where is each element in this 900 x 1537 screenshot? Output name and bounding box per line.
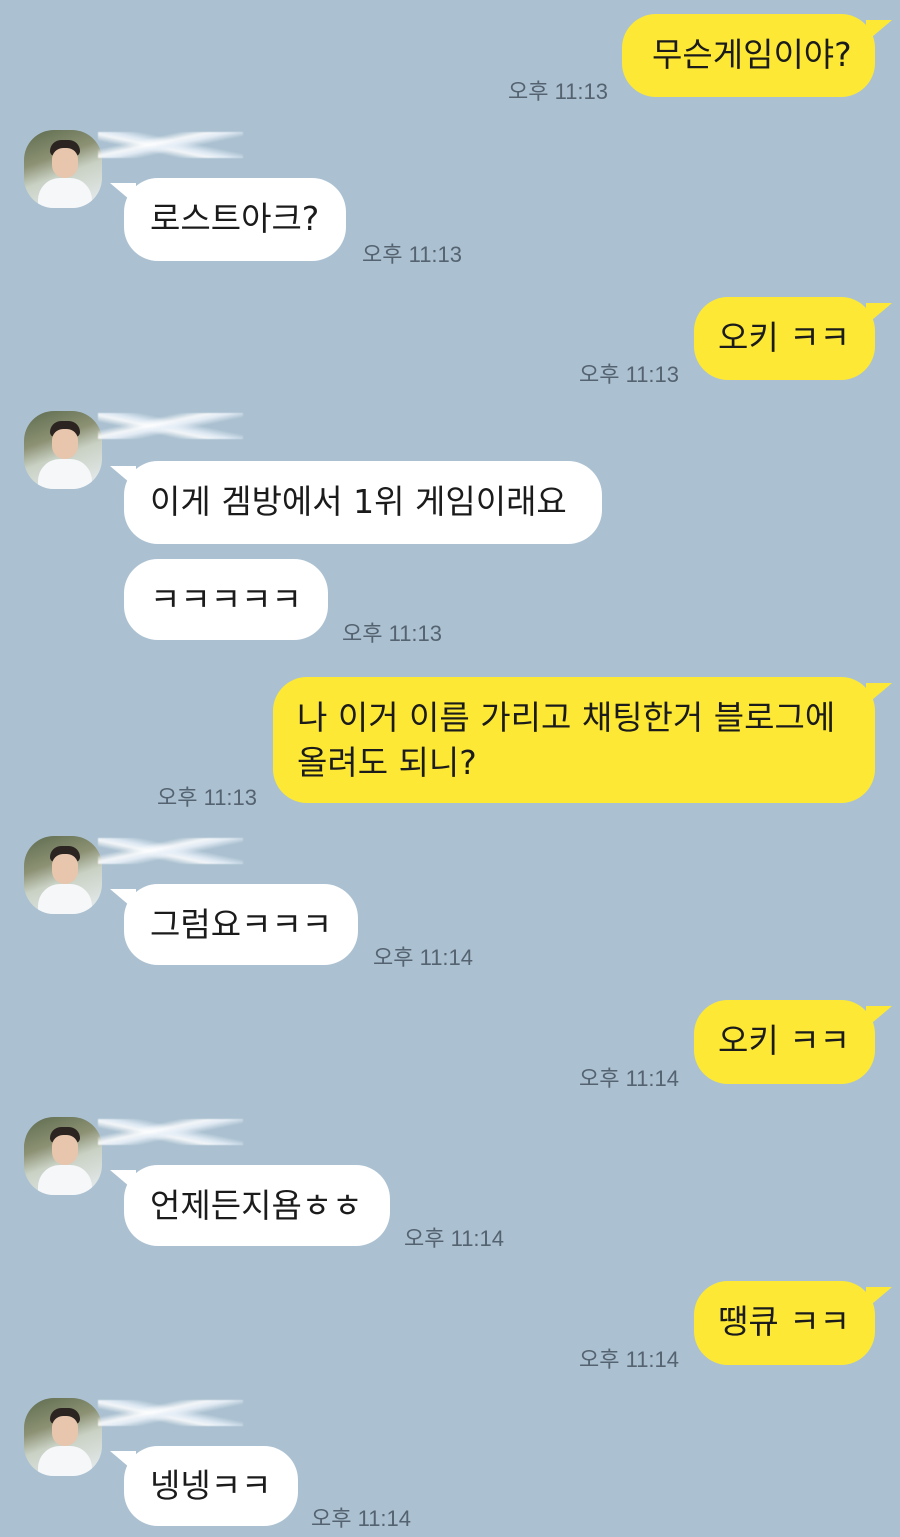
bubble-tail: [866, 683, 892, 705]
profile-avatar[interactable]: [24, 836, 102, 914]
profile-avatar[interactable]: [24, 130, 102, 208]
bubble-tail: [110, 1170, 136, 1192]
profile-avatar[interactable]: [24, 1117, 102, 1195]
avatar-shirt: [38, 884, 92, 914]
my-message-bubble[interactable]: 땡큐 ㅋㅋ: [694, 1281, 875, 1365]
timestamp: 오후 11:13: [342, 621, 443, 646]
their-message-bubble[interactable]: ㅋㅋㅋㅋㅋ: [124, 559, 328, 640]
bubble-tail: [110, 1451, 136, 1473]
avatar-face: [52, 148, 78, 178]
my-message-bubble[interactable]: 무슨게임이야?: [622, 14, 875, 97]
timestamp: 오후 11:14: [579, 1066, 680, 1091]
avatar-shirt: [38, 1446, 92, 1476]
timestamp: 오후 11:13: [579, 362, 680, 387]
their-message-bubble[interactable]: 언제든지욤ㅎㅎ: [124, 1165, 390, 1246]
timestamp: 오후 11:13: [508, 79, 609, 104]
sender-name-obscured: [98, 838, 243, 864]
bubble-tail: [866, 20, 892, 42]
bubble-tail: [110, 889, 136, 911]
avatar-shirt: [38, 178, 92, 208]
bubble-tail: [110, 183, 136, 205]
timestamp: 오후 11:14: [579, 1347, 680, 1372]
sender-name-obscured: [98, 1119, 243, 1145]
avatar-shirt: [38, 1165, 92, 1195]
my-message-bubble[interactable]: 오키 ㅋㅋ: [694, 1000, 875, 1084]
timestamp: 오후 11:14: [311, 1506, 412, 1531]
avatar-face: [52, 1135, 78, 1165]
bubble-tail: [866, 303, 892, 325]
message-line: 나 이거 이름 가리고 채팅한거 블로그에: [297, 698, 836, 737]
profile-avatar[interactable]: [24, 411, 102, 489]
sender-name-obscured: [98, 1400, 243, 1426]
timestamp: 오후 11:13: [157, 785, 258, 810]
their-message-bubble[interactable]: 넹넹ㅋㅋ: [124, 1446, 298, 1526]
timestamp: 오후 11:14: [404, 1226, 505, 1251]
profile-avatar[interactable]: [24, 1398, 102, 1476]
avatar-face: [52, 429, 78, 459]
avatar-shirt: [38, 459, 92, 489]
bubble-tail: [866, 1006, 892, 1028]
my-message-bubble[interactable]: 오키 ㅋㅋ: [694, 297, 875, 380]
their-message-bubble[interactable]: 그럼요ㅋㅋㅋ: [124, 884, 358, 965]
their-message-bubble[interactable]: 로스트아크?: [124, 178, 346, 261]
sender-name-obscured: [98, 413, 243, 439]
bubble-tail: [110, 466, 136, 488]
my-message-bubble[interactable]: 나 이거 이름 가리고 채팅한거 블로그에 올려도 되니?: [273, 677, 875, 803]
sender-name-obscured: [98, 132, 243, 158]
avatar-face: [52, 1416, 78, 1446]
message-line: 올려도 되니?: [297, 743, 477, 782]
bubble-tail: [866, 1287, 892, 1309]
timestamp: 오후 11:14: [373, 945, 474, 970]
their-message-bubble[interactable]: 이게 겜방에서 1위 게임이래요: [124, 461, 602, 544]
timestamp: 오후 11:13: [362, 242, 463, 267]
avatar-face: [52, 854, 78, 884]
